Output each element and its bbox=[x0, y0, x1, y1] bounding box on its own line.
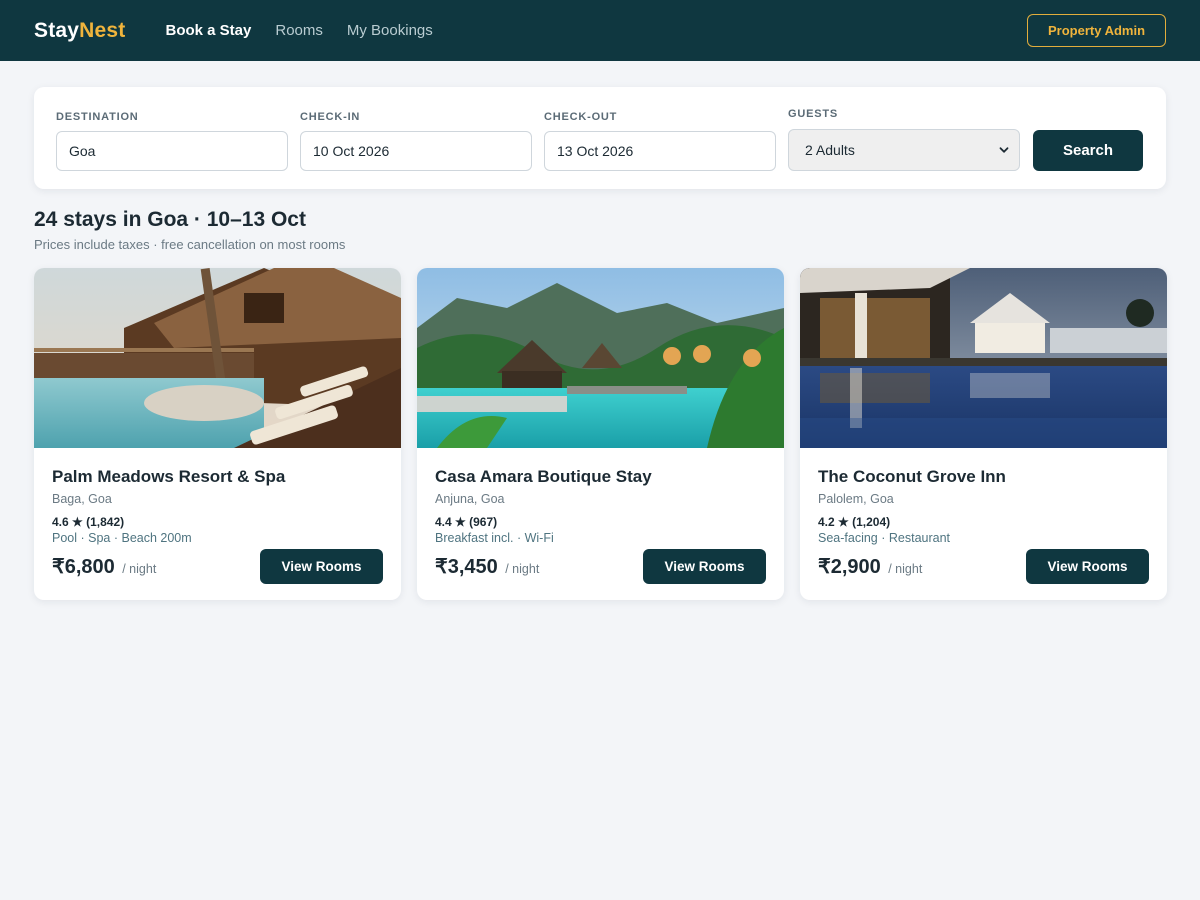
nav-rooms[interactable]: Rooms bbox=[275, 22, 323, 39]
destination-label: DESTINATION bbox=[56, 111, 139, 123]
stay-rating: 4.4 ★ (967) bbox=[435, 515, 498, 529]
stay-price: ₹6,800 bbox=[52, 556, 115, 578]
guests-label: GUESTS bbox=[788, 108, 839, 120]
search-button[interactable]: Search bbox=[1033, 130, 1143, 171]
checkin-field-group: CHECK-IN 10 Oct 2026 bbox=[300, 111, 532, 171]
results-title: 24 stays in Goa · 10–13 Oct bbox=[34, 208, 306, 231]
stay-location: Baga, Goa bbox=[52, 492, 112, 506]
chevron-down-icon bbox=[999, 147, 1009, 153]
stay-card-body: Casa Amara Boutique Stay Anjuna, Goa 4.4… bbox=[417, 448, 784, 545]
guests-field-group: GUESTS 2 Adults bbox=[788, 108, 1020, 171]
stay-price-unit: / night bbox=[888, 562, 923, 576]
destination-field-group: DESTINATION Goa bbox=[56, 111, 288, 171]
stay-price-unit: / night bbox=[505, 562, 540, 576]
property-admin-button[interactable]: Property Admin bbox=[1027, 14, 1166, 47]
stay-price: ₹3,450 bbox=[435, 556, 498, 578]
logo-main: Stay bbox=[34, 18, 80, 42]
stay-card: Casa Amara Boutique Stay Anjuna, Goa 4.4… bbox=[417, 268, 784, 600]
stay-location: Anjuna, Goa bbox=[435, 492, 505, 506]
nav-book-a-stay[interactable]: Book a Stay bbox=[166, 22, 252, 39]
stay-name[interactable]: The Coconut Grove Inn bbox=[818, 467, 1149, 487]
stay-price-block: ₹6,800 / night bbox=[52, 554, 156, 579]
stay-card-footer: ₹3,450 / night View Rooms bbox=[435, 549, 766, 584]
stay-card-footer: ₹6,800 / night View Rooms bbox=[52, 549, 383, 584]
destination-input[interactable]: Goa bbox=[56, 131, 288, 171]
stay-price: ₹2,900 bbox=[818, 556, 881, 578]
checkout-label: CHECK-OUT bbox=[544, 111, 618, 123]
stay-card-body: Palm Meadows Resort & Spa Baga, Goa 4.6 … bbox=[34, 448, 401, 545]
search-panel: DESTINATION Goa CHECK-IN 10 Oct 2026 CHE… bbox=[34, 87, 1166, 189]
stay-name[interactable]: Casa Amara Boutique Stay bbox=[435, 467, 766, 487]
stay-amenities: Pool · Spa · Beach 200m bbox=[52, 531, 192, 545]
stay-cards: Palm Meadows Resort & Spa Baga, Goa 4.6 … bbox=[34, 268, 1167, 600]
checkout-field-group: CHECK-OUT 13 Oct 2026 bbox=[544, 111, 776, 171]
stay-rating: 4.6 ★ (1,842) bbox=[52, 515, 125, 529]
top-navbar: StayNest Book a Stay Rooms My Bookings P… bbox=[0, 0, 1200, 61]
stay-card-footer: ₹2,900 / night View Rooms bbox=[818, 549, 1149, 584]
stay-photo[interactable] bbox=[34, 268, 401, 448]
stay-amenities: Breakfast incl. · Wi-Fi bbox=[435, 531, 554, 545]
stay-card: The Coconut Grove Inn Palolem, Goa 4.2 ★… bbox=[800, 268, 1167, 600]
stay-amenities: Sea-facing · Restaurant bbox=[818, 531, 951, 545]
stay-photo[interactable] bbox=[800, 268, 1167, 448]
view-rooms-button[interactable]: View Rooms bbox=[1026, 549, 1149, 584]
logo-accent: Nest bbox=[79, 18, 126, 42]
guests-select[interactable]: 2 Adults bbox=[788, 129, 1020, 171]
guests-select-value: 2 Adults bbox=[805, 142, 855, 158]
stay-rating: 4.2 ★ (1,204) bbox=[818, 515, 891, 529]
stay-name[interactable]: Palm Meadows Resort & Spa bbox=[52, 467, 383, 487]
stay-price-unit: / night bbox=[122, 562, 157, 576]
main-nav: Book a Stay Rooms My Bookings bbox=[166, 22, 433, 39]
view-rooms-button[interactable]: View Rooms bbox=[643, 549, 766, 584]
stay-price-block: ₹2,900 / night bbox=[818, 554, 922, 579]
view-rooms-button[interactable]: View Rooms bbox=[260, 549, 383, 584]
stay-price-block: ₹3,450 / night bbox=[435, 554, 539, 579]
checkin-label: CHECK-IN bbox=[300, 111, 361, 123]
stay-photo[interactable] bbox=[417, 268, 784, 448]
checkout-input[interactable]: 13 Oct 2026 bbox=[544, 131, 776, 171]
nav-my-bookings[interactable]: My Bookings bbox=[347, 22, 433, 39]
stay-card: Palm Meadows Resort & Spa Baga, Goa 4.6 … bbox=[34, 268, 401, 600]
stay-location: Palolem, Goa bbox=[818, 492, 894, 506]
results-subtitle: Prices include taxes · free cancellation… bbox=[34, 237, 346, 252]
logo[interactable]: StayNest bbox=[34, 19, 126, 43]
checkin-input[interactable]: 10 Oct 2026 bbox=[300, 131, 532, 171]
stay-card-body: The Coconut Grove Inn Palolem, Goa 4.2 ★… bbox=[800, 448, 1167, 545]
